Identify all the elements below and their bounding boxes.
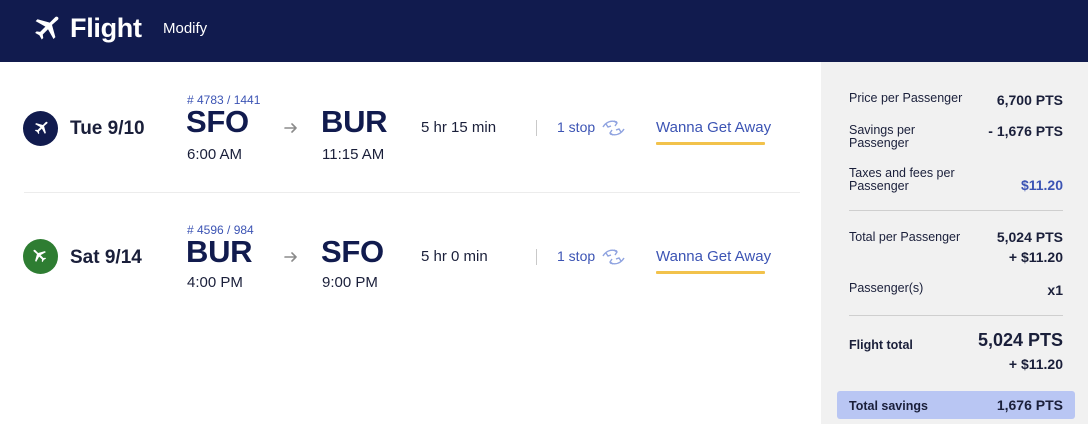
passengers-count: x1 (1047, 282, 1063, 298)
total-savings-label: Total savings (849, 399, 928, 413)
savings-per-passenger-label: Savings per Passenger (849, 123, 916, 150)
total-per-passenger-fees: + $11.20 (1008, 249, 1063, 265)
destination-airport-code: SFO (321, 234, 384, 269)
passengers-label: Passenger(s) (849, 281, 924, 295)
connecting-planes-icon (602, 120, 625, 136)
taxes-label: Taxes and fees per Passenger (849, 166, 955, 193)
departing-plane-icon (23, 111, 58, 146)
arrival-time: 9:00 PM (322, 274, 378, 291)
fare-type-link[interactable]: Wanna Get Away (656, 248, 771, 265)
departure-time: 6:00 AM (187, 146, 243, 163)
flight-header: Flight Modify (0, 0, 1088, 62)
fare-underline (656, 142, 765, 145)
flight-duration: 5 hr 15 min (421, 119, 497, 136)
summary-divider (849, 315, 1063, 316)
arrow-right-icon (284, 252, 297, 262)
flight-leg-returning: Sat 9/14 # 4596 / 984 BUR SFO 4:00 PM 9:… (0, 192, 821, 322)
taxes-value: $11.20 (1020, 177, 1063, 193)
returning-plane-icon (23, 239, 58, 274)
arrival-time: 11:15 AM (322, 146, 385, 163)
fare-type-link[interactable]: Wanna Get Away (656, 119, 771, 136)
price-per-passenger-label: Price per Passenger (849, 91, 963, 105)
stops-link[interactable]: 1 stop (557, 119, 595, 135)
flight-total-fees: + $11.20 (1008, 356, 1063, 372)
summary-divider (849, 210, 1063, 211)
flight-duration: 5 hr 0 min (421, 248, 488, 265)
origin-airport-code: SFO (186, 104, 249, 139)
total-per-passenger-points: 5,024 PTS (996, 229, 1063, 245)
leg-date: Sat 9/14 (70, 247, 142, 268)
flight-total-points: 5,024 PTS (977, 330, 1063, 350)
destination-airport-code: BUR (321, 104, 388, 139)
fare-underline (656, 271, 765, 274)
price-per-passenger-value: 6,700 PTS (996, 92, 1063, 108)
price-summary-panel: Price per Passenger 6,700 PTS Savings pe… (821, 62, 1088, 424)
flight-leg-departing: Tue 9/10 # 4783 / 1441 SFO BUR 6:00 AM 1… (0, 62, 821, 192)
savings-per-passenger-value: - 1,676 PTS (988, 123, 1063, 139)
flight-legs: Tue 9/10 # 4783 / 1441 SFO BUR 6:00 AM 1… (0, 62, 821, 424)
divider (536, 120, 537, 136)
total-savings-value: 1,676 PTS (996, 397, 1063, 413)
total-per-passenger-label: Total per Passenger (849, 230, 961, 244)
plane-icon (35, 16, 59, 40)
origin-airport-code: BUR (186, 234, 253, 269)
divider (536, 249, 537, 265)
total-savings-banner: Total savings 1,676 PTS (837, 391, 1075, 419)
leg-date: Tue 9/10 (70, 118, 145, 139)
page-title: Flight (70, 13, 142, 43)
connecting-planes-icon (602, 249, 625, 265)
stops-link[interactable]: 1 stop (557, 248, 595, 264)
modify-link[interactable]: Modify (163, 20, 207, 37)
departure-time: 4:00 PM (187, 274, 243, 291)
arrow-right-icon (284, 123, 297, 133)
flight-total-label: Flight total (849, 338, 913, 352)
